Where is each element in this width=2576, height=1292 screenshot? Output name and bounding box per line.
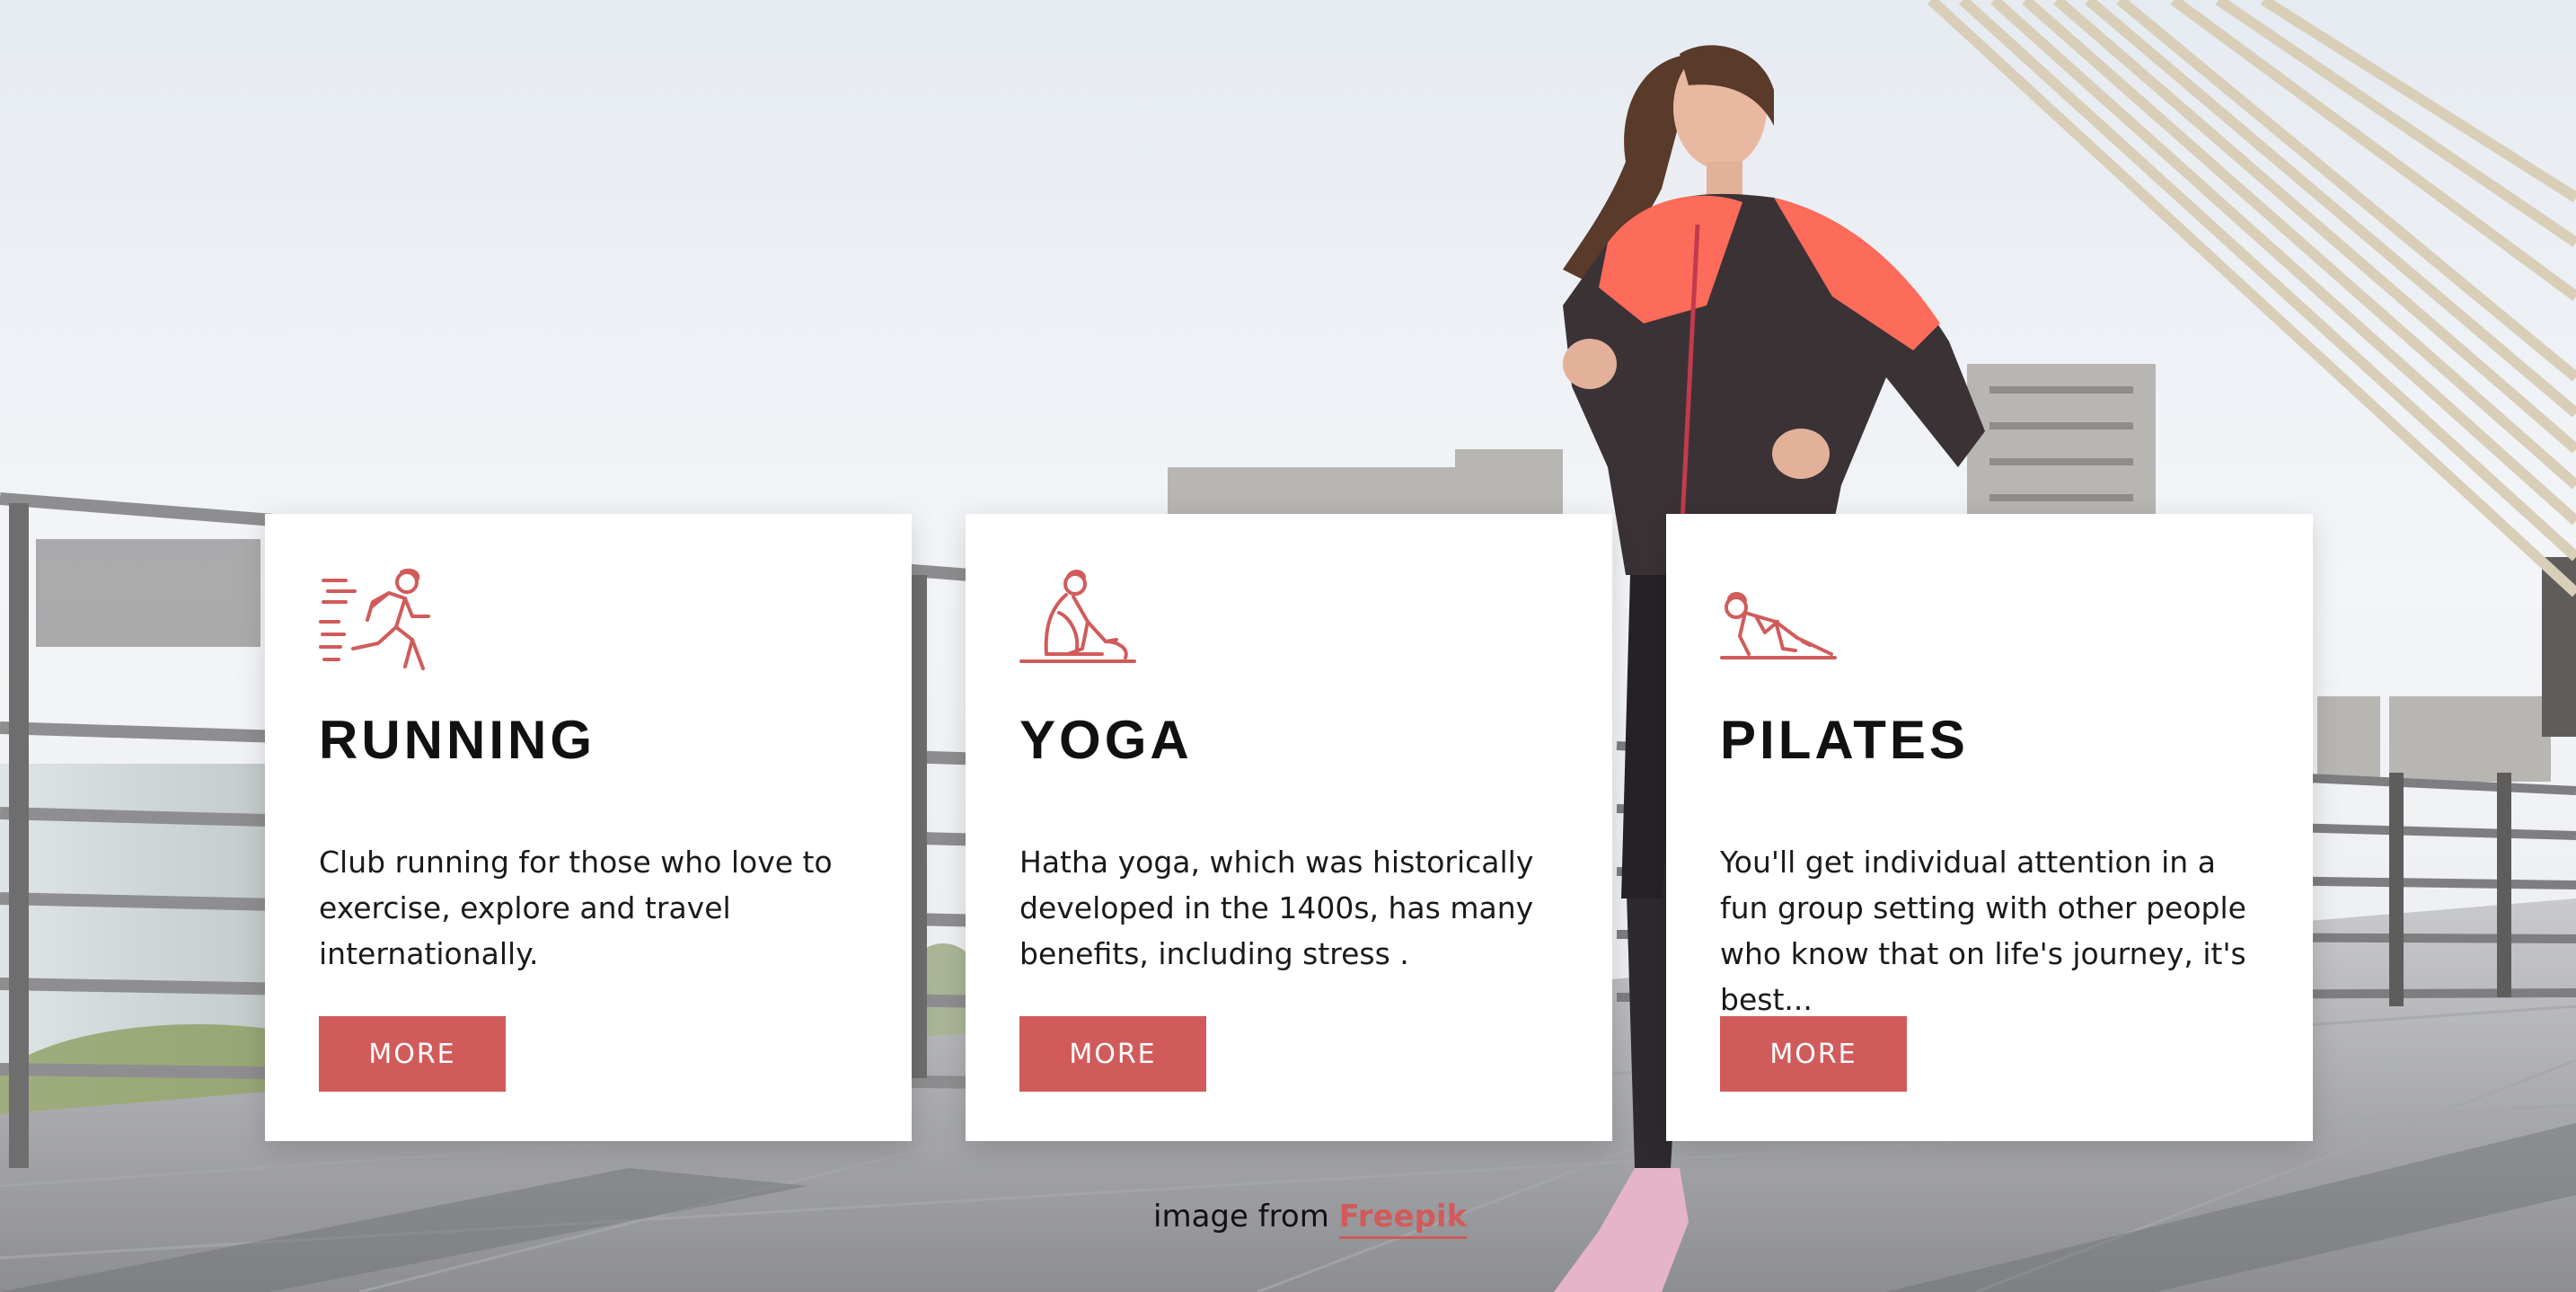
running-person-icon	[319, 568, 430, 670]
image-credit: image from Freepik	[1153, 1199, 1468, 1239]
card-title: YOGA	[1019, 710, 1193, 770]
credit-prefix: image from	[1153, 1199, 1329, 1234]
more-button-yoga[interactable]: MORE	[1019, 1016, 1206, 1092]
freepik-link[interactable]: Freepik	[1338, 1199, 1468, 1239]
more-button-running[interactable]: MORE	[319, 1016, 506, 1092]
more-button-pilates[interactable]: MORE	[1720, 1016, 1907, 1092]
yoga-pose-icon	[1019, 570, 1136, 663]
card-pilates: PILATES You'll get individual attention …	[1666, 514, 2313, 1141]
pilates-plank-icon	[1720, 592, 1837, 659]
card-title: PILATES	[1720, 710, 1969, 770]
card-yoga: YOGA Hatha yoga, which was historically …	[966, 514, 1612, 1141]
card-title: RUNNING	[319, 710, 595, 770]
card-running: RUNNING Club running for those who love …	[265, 514, 912, 1141]
activity-cards: RUNNING Club running for those who love …	[265, 514, 2313, 1141]
card-description: You'll get individual attention in a fun…	[1720, 845, 2246, 1017]
card-description: Hatha yoga, which was historically devel…	[1019, 845, 1534, 971]
card-description: Club running for those who love to exerc…	[319, 845, 833, 971]
